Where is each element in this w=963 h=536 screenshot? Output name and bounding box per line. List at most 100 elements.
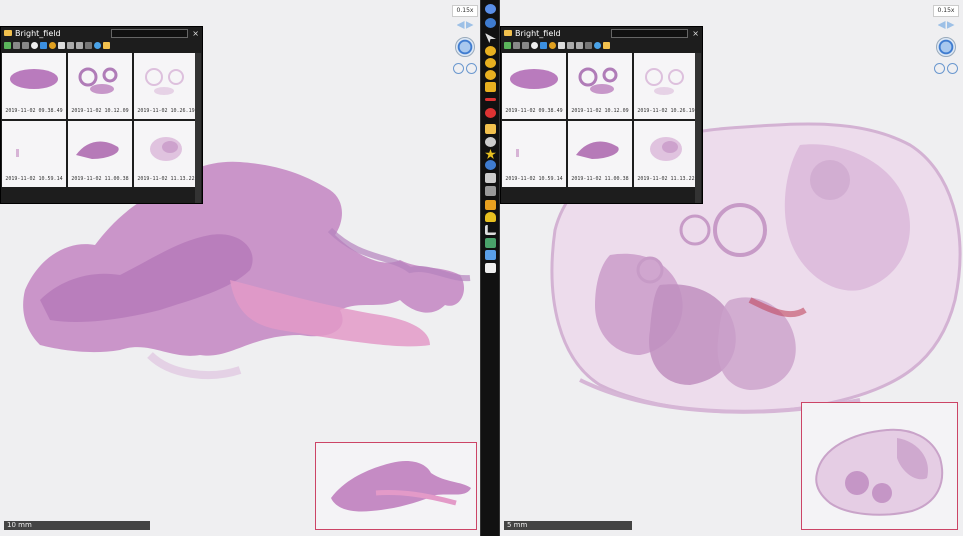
- sort-desc-icon[interactable]: [76, 41, 83, 49]
- forward-icon[interactable]: [522, 41, 529, 49]
- thumbnail[interactable]: 2019-11-02 10.26.19: [634, 53, 698, 119]
- right-viewer-pane[interactable]: Bright_field × 2019-11-02 09.38.49 2019-…: [500, 0, 963, 536]
- thumbnail[interactable]: 2019-11-02 10.59.14: [502, 121, 566, 187]
- pen-icon[interactable]: [485, 82, 496, 92]
- up-icon[interactable]: [540, 41, 547, 49]
- fit-icon[interactable]: [947, 63, 958, 74]
- globe-icon[interactable]: [94, 41, 101, 49]
- pointer-icon[interactable]: [485, 33, 496, 43]
- person-icon[interactable]: [485, 212, 496, 222]
- forward-icon[interactable]: [22, 41, 29, 49]
- browser-scrollbar[interactable]: [695, 53, 701, 203]
- document-icon[interactable]: [485, 263, 496, 273]
- thumbnail[interactable]: 2019-11-02 09.38.49: [2, 53, 66, 119]
- arrow-left-icon[interactable]: [937, 21, 946, 29]
- folder-icon[interactable]: [485, 124, 496, 134]
- sort-asc-icon[interactable]: [67, 41, 74, 49]
- browser-search-input[interactable]: [111, 28, 189, 38]
- thumbnail[interactable]: 2019-11-02 09.38.49: [502, 53, 566, 119]
- circle-annotation-icon[interactable]: [485, 46, 496, 56]
- grid-view-icon[interactable]: [585, 41, 592, 49]
- tag-icon[interactable]: [485, 250, 496, 260]
- close-icon[interactable]: ×: [692, 29, 699, 38]
- fit-icon[interactable]: [466, 63, 477, 74]
- browser-title-bar: Bright_field ×: [501, 27, 702, 39]
- thumbnail-grid: 2019-11-02 09.38.49 2019-11-02 10.12.09 …: [502, 53, 698, 203]
- back-icon[interactable]: [13, 41, 20, 49]
- grid-view-icon[interactable]: [85, 41, 92, 49]
- grid-icon[interactable]: [485, 186, 496, 196]
- zoom-control: 0.15x: [933, 5, 959, 77]
- back-icon[interactable]: [513, 41, 520, 49]
- annotation-toolbar: [480, 0, 500, 536]
- keyboard-icon[interactable]: [485, 173, 496, 183]
- thumbnail[interactable]: 2019-11-02 10.12.09: [568, 53, 632, 119]
- angle-icon[interactable]: [485, 225, 496, 235]
- home-icon[interactable]: [504, 41, 511, 49]
- folder-name: Bright_field: [15, 28, 61, 38]
- thumbnail[interactable]: 2019-11-02 10.12.09: [68, 53, 132, 119]
- sync-icon[interactable]: [485, 4, 496, 14]
- thumbnail[interactable]: 2019-11-02 11.00.38: [68, 121, 132, 187]
- zoom-wheel-icon[interactable]: [455, 37, 475, 57]
- zoom-control: 0.15x: [452, 5, 478, 77]
- calendar-icon[interactable]: [58, 41, 65, 49]
- settings-icon[interactable]: [485, 137, 496, 147]
- rotate-icon[interactable]: [934, 63, 945, 74]
- no-entry-icon[interactable]: [485, 70, 496, 80]
- up-icon[interactable]: [40, 41, 47, 49]
- arrow-right-icon[interactable]: [946, 21, 955, 29]
- settings-icon[interactable]: [49, 41, 56, 49]
- star-icon[interactable]: [485, 149, 496, 159]
- scale-bar: 10 mm: [4, 521, 150, 530]
- scale-bar: 5 mm: [504, 521, 632, 530]
- thumbnail[interactable]: 2019-11-02 10.59.14: [2, 121, 66, 187]
- info-icon[interactable]: [485, 160, 496, 170]
- overview-tissue: [815, 428, 944, 516]
- pencil-icon[interactable]: [485, 200, 496, 210]
- reload-icon[interactable]: [31, 41, 38, 49]
- browser-icon-row: [501, 39, 702, 51]
- slide-browser-panel[interactable]: Bright_field × 2019-11-02 09.38.49 2019-…: [500, 26, 703, 204]
- thumbnail[interactable]: 2019-11-02 11.00.38: [568, 121, 632, 187]
- settings-icon[interactable]: [549, 41, 556, 49]
- thumbnail-caption: 2019-11-02 10.26.19: [137, 108, 195, 114]
- left-viewer-pane[interactable]: Bright_field × 2019-11-02 09.38.49 2019-…: [0, 0, 480, 536]
- close-icon[interactable]: ×: [192, 29, 199, 38]
- reload-icon[interactable]: [531, 41, 538, 49]
- refresh-icon[interactable]: [485, 18, 496, 28]
- ruler-icon[interactable]: [485, 58, 496, 68]
- browser-search-input[interactable]: [611, 28, 689, 38]
- globe-icon[interactable]: [594, 41, 601, 49]
- open-folder-icon[interactable]: [103, 41, 110, 49]
- rotate-icon[interactable]: [453, 63, 464, 74]
- sort-asc-icon[interactable]: [567, 41, 574, 49]
- calendar-icon[interactable]: [558, 41, 565, 49]
- zoom-wheel-icon[interactable]: [936, 37, 956, 57]
- arrow-left-icon[interactable]: [456, 21, 465, 29]
- pin-icon[interactable]: [485, 108, 496, 118]
- open-folder-icon[interactable]: [603, 41, 610, 49]
- folder-icon: [504, 30, 512, 36]
- browser-title-bar: Bright_field ×: [1, 27, 202, 39]
- folder-name: Bright_field: [515, 28, 561, 38]
- slide-browser-panel[interactable]: Bright_field × 2019-11-02 09.38.49 2019-…: [0, 26, 203, 204]
- thumbnail[interactable]: 2019-11-02 11.13.22: [134, 121, 198, 187]
- overview-tissue: [331, 461, 471, 512]
- browser-scrollbar[interactable]: [195, 53, 201, 203]
- home-icon[interactable]: [4, 41, 11, 49]
- thumbnail[interactable]: 2019-11-02 11.13.22: [634, 121, 698, 187]
- arrow-right-icon[interactable]: [465, 21, 474, 29]
- thumbnail-caption: 2019-11-02 10.59.14: [505, 176, 563, 182]
- magnification-readout[interactable]: 0.15x: [933, 5, 959, 17]
- thumbnail-caption: 2019-11-02 09.38.49: [505, 108, 563, 114]
- zoom-extra-controls: [933, 63, 959, 77]
- sort-desc-icon[interactable]: [576, 41, 583, 49]
- overview-minimap[interactable]: [801, 402, 958, 530]
- magnification-readout[interactable]: 0.15x: [452, 5, 478, 17]
- overview-minimap[interactable]: [315, 442, 477, 530]
- line-icon[interactable]: [485, 98, 496, 101]
- thumbnail-grid: 2019-11-02 09.38.49 2019-11-02 10.12.09 …: [2, 53, 198, 203]
- thumbnail[interactable]: 2019-11-02 10.26.19: [134, 53, 198, 119]
- layers-icon[interactable]: [485, 238, 496, 248]
